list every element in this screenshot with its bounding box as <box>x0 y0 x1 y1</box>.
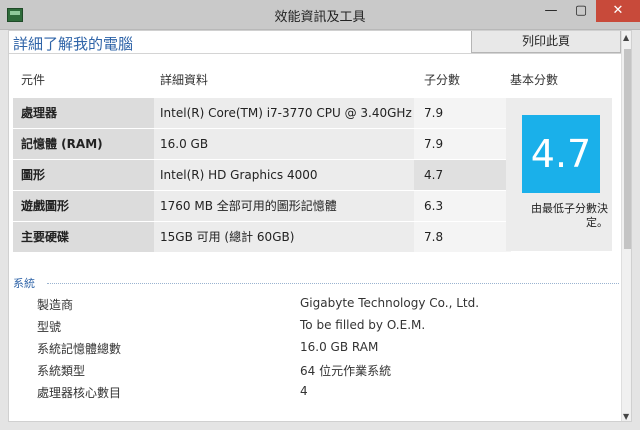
table-row: 主要硬碟 15GB 可用 (總計 60GB) 7.8 <box>13 222 511 253</box>
system-info-label: 製造商 <box>37 298 74 312</box>
system-info-label: 系統記憶體總數 <box>37 342 122 356</box>
column-header-base-score: 基本分數 <box>510 73 559 87</box>
component-label: 主要硬碟 <box>13 222 154 252</box>
component-detail: Intel(R) HD Graphics 4000 <box>154 160 414 190</box>
column-header-detail: 詳細資料 <box>160 73 209 87</box>
component-detail: 16.0 GB <box>154 129 414 159</box>
system-info-label: 處理器核心數目 <box>37 386 122 400</box>
system-info-row: 製造商 Gigabyte Technology Co., Ltd. <box>37 296 597 318</box>
column-header-subscore: 子分數 <box>424 73 461 87</box>
system-info-row: 型號 To be filled by O.E.M. <box>37 318 597 340</box>
table-row: 遊戲圖形 1760 MB 全部可用的圖形記憶體 6.3 <box>13 191 511 222</box>
section-divider <box>47 283 619 284</box>
system-info-value: 64 位元作業系統 <box>300 364 392 378</box>
component-label: 記憶體 (RAM) <box>13 129 154 159</box>
print-page-button[interactable]: 列印此頁 <box>471 31 621 53</box>
close-button[interactable]: ✕ <box>596 0 640 22</box>
vertical-scrollbar[interactable]: ▲ ▼ <box>621 31 631 421</box>
system-section-title: 系統 <box>13 277 35 290</box>
component-label: 遊戲圖形 <box>13 191 154 221</box>
scroll-up-icon[interactable]: ▲ <box>623 33 629 42</box>
system-info-row: 系統類型 64 位元作業系統 <box>37 362 597 384</box>
base-score-tile: 4.7 <box>522 115 600 193</box>
column-header-component: 元件 <box>21 73 46 87</box>
system-info-value: To be filled by O.E.M. <box>300 318 426 332</box>
table-row: 記憶體 (RAM) 16.0 GB 7.9 <box>13 129 511 160</box>
component-label: 處理器 <box>13 98 154 128</box>
component-subscore-lowest: 4.7 <box>414 160 511 190</box>
system-info-value: 4 <box>300 384 308 398</box>
component-subscore: 7.9 <box>414 129 511 159</box>
table-row: 圖形 Intel(R) HD Graphics 4000 4.7 <box>13 160 511 191</box>
base-score-panel: 4.7 由最低子分數決定。 <box>506 98 612 251</box>
component-subscore: 7.9 <box>414 98 511 128</box>
header-divider <box>9 53 621 54</box>
component-detail: 15GB 可用 (總計 60GB) <box>154 222 414 252</box>
system-info-value: Gigabyte Technology Co., Ltd. <box>300 296 480 310</box>
scroll-down-icon[interactable]: ▼ <box>623 412 629 421</box>
system-info-row: 處理器核心數目 4 <box>37 384 597 406</box>
component-detail: Intel(R) Core(TM) i7-3770 CPU @ 3.40GHz <box>154 98 414 128</box>
scrollbar-thumb[interactable] <box>624 49 631 249</box>
table-row: 處理器 Intel(R) Core(TM) i7-3770 CPU @ 3.40… <box>13 98 511 129</box>
system-info-label: 系統類型 <box>37 364 86 378</box>
maximize-button[interactable]: ▢ <box>566 0 596 22</box>
system-info-row: 系統記憶體總數 16.0 GB RAM <box>37 340 597 362</box>
system-info-value: 16.0 GB RAM <box>300 340 379 354</box>
system-info-label: 型號 <box>37 320 62 334</box>
window-content: 詳細了解我的電腦 列印此頁 元件 詳細資料 子分數 基本分數 處理器 Intel… <box>8 30 632 422</box>
page-title: 詳細了解我的電腦 <box>13 35 134 53</box>
component-detail: 1760 MB 全部可用的圖形記憶體 <box>154 191 414 221</box>
component-subscore: 7.8 <box>414 222 511 252</box>
component-label: 圖形 <box>13 160 154 190</box>
title-bar: 效能資訊及工具 — ▢ ✕ <box>0 0 640 30</box>
minimize-button[interactable]: — <box>536 0 566 22</box>
component-subscore: 6.3 <box>414 191 511 221</box>
base-score-note: 由最低子分數決定。 <box>531 202 608 229</box>
